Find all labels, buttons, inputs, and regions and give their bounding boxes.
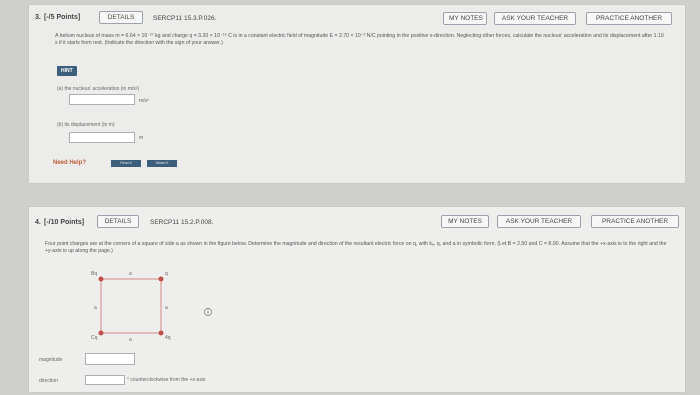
charge-bottom-left (98, 330, 104, 336)
problem-code: SERCP11 15.2.P.008. (150, 219, 214, 226)
side-label-bottom: a (129, 337, 132, 343)
question-number: 4. (35, 219, 41, 226)
charge-bottom-right (158, 330, 164, 336)
label-4q: 4q (165, 335, 171, 341)
read-it-button[interactable]: Read It (111, 160, 141, 167)
question-3-panel: 3. [-/5 Points] DETAILS SERCP11 15.3.P.0… (28, 4, 686, 184)
part-b-label: (b) its displacement (in m) (57, 122, 115, 128)
side-label-right: a (165, 305, 168, 311)
label-bq: Bq (91, 271, 97, 277)
ask-teacher-button[interactable]: ASK YOUR TEACHER (494, 12, 576, 25)
info-icon[interactable] (203, 307, 213, 317)
need-help-label: Need Help? (53, 160, 87, 166)
question-text: A helium nucleus of mass m = 6.64 × 10⁻²… (55, 33, 664, 46)
magnitude-label: magnitude (39, 357, 63, 363)
label-q: q (165, 271, 168, 277)
magnitude-input[interactable] (85, 353, 135, 365)
direction-input[interactable] (85, 375, 125, 385)
question-text: Four point charges are at the corners of… (45, 241, 667, 254)
label-cq: Cq (91, 335, 98, 341)
details-button[interactable]: DETAILS (99, 11, 143, 24)
points-label: [-/10 Points] (44, 219, 85, 226)
watch-it-button[interactable]: Watch It (147, 160, 177, 167)
acceleration-unit: m/s² (139, 98, 149, 104)
practice-another-button[interactable]: PRACTICE ANOTHER (586, 12, 672, 25)
acceleration-input[interactable] (69, 94, 135, 105)
side-label-left: a (94, 305, 97, 311)
points-label: [-/5 Points] (44, 14, 81, 21)
problem-code: SERCP11 15.3.P.026. (153, 15, 217, 22)
displacement-unit: m (139, 135, 144, 141)
side-label-top: a (129, 271, 132, 277)
direction-label: direction (39, 378, 58, 384)
details-button[interactable]: DETAILS (97, 215, 139, 228)
question-number: 3. (35, 14, 41, 21)
square-charges-figure: Bq q Cq 4q a a a a (91, 271, 171, 343)
my-notes-button[interactable]: MY NOTES (443, 12, 487, 25)
ask-teacher-button[interactable]: ASK YOUR TEACHER (497, 215, 581, 228)
charge-top-left (98, 276, 104, 282)
direction-unit: ° counterclockwise from the +x-axis (127, 377, 206, 383)
question-4-panel: 4. [-/10 Points] DETAILS SERCP11 15.2.P.… (28, 206, 686, 393)
charge-top-right (158, 276, 164, 282)
practice-another-button[interactable]: PRACTICE ANOTHER (591, 215, 679, 228)
displacement-input[interactable] (69, 132, 135, 143)
square-outline (100, 278, 162, 334)
hint-button[interactable]: HINT (57, 66, 77, 76)
part-a-label: (a) the nucleus' acceleration (in m/s²) (57, 86, 140, 92)
my-notes-button[interactable]: MY NOTES (441, 215, 489, 228)
